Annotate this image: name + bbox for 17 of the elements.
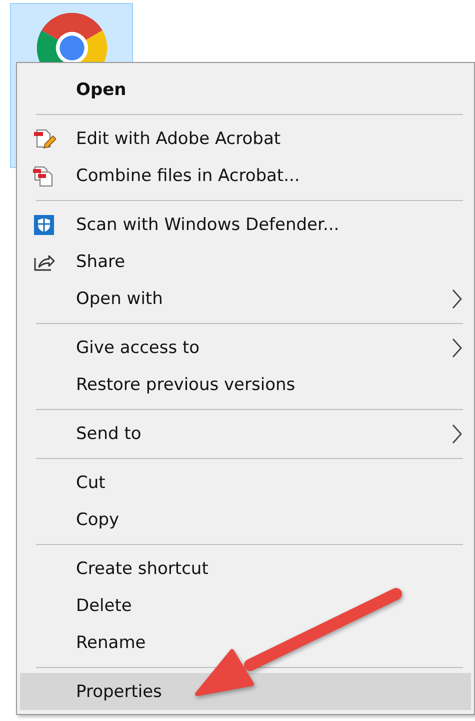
menu-item[interactable]: Share — [20, 243, 471, 280]
shield-icon — [32, 212, 56, 236]
document-pencil-icon — [32, 126, 56, 150]
menu-item[interactable]: Combine files in Acrobat... — [20, 157, 471, 194]
menu-item[interactable]: Restore previous versions — [20, 366, 471, 403]
menu-item[interactable]: Edit with Adobe Acrobat — [20, 120, 471, 157]
menu-item[interactable]: Cut — [20, 464, 471, 501]
menu-item[interactable]: Send to — [20, 415, 471, 452]
menu-item[interactable]: Open with — [20, 280, 471, 317]
menu-item[interactable]: Properties — [20, 673, 471, 710]
menu-item[interactable]: Scan with Windows Defender... — [20, 206, 471, 243]
menu-item[interactable]: Create shortcut — [20, 550, 471, 587]
menu-item[interactable]: Give access to — [20, 329, 471, 366]
menu-item[interactable]: Open — [20, 71, 471, 108]
menu-item[interactable]: Copy — [20, 501, 471, 538]
menu-item[interactable]: Delete — [20, 587, 471, 624]
menu-item[interactable]: Rename — [20, 624, 471, 661]
